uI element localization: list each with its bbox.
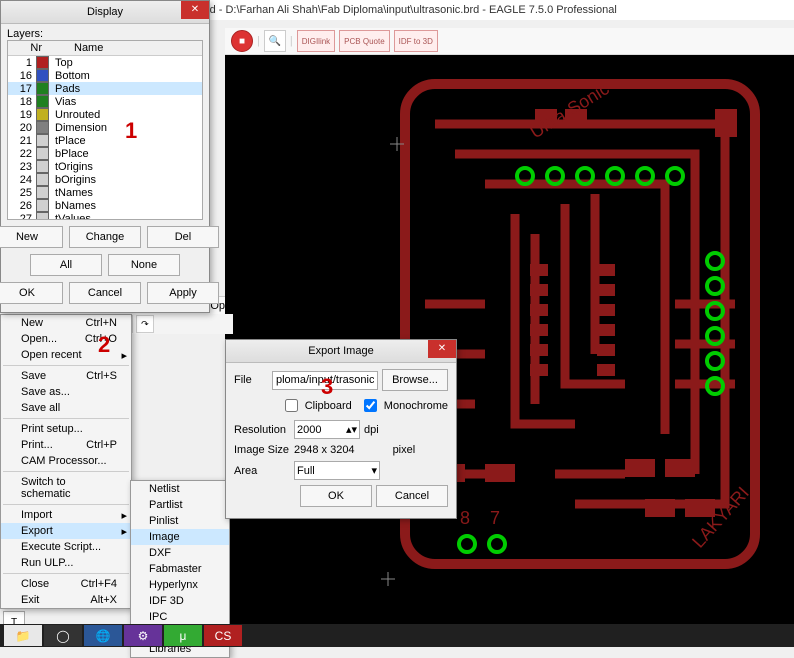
export-title[interactable]: Export Image ✕: [226, 340, 456, 363]
file-menu-print-setup-[interactable]: Print setup...: [1, 421, 131, 437]
layer-row[interactable]: 21tPlace: [8, 134, 202, 147]
monochrome-label: Monochrome: [384, 400, 448, 412]
cancel-button[interactable]: Cancel: [69, 282, 141, 304]
layer-row[interactable]: 17Pads: [8, 82, 202, 95]
apply-button[interactable]: Apply: [147, 282, 219, 304]
file-menu-save-all[interactable]: Save all: [1, 400, 131, 416]
layer-row[interactable]: 22bPlace: [8, 147, 202, 160]
redo-icon[interactable]: ↷: [136, 315, 154, 333]
resolution-input[interactable]: 2000▴▾: [294, 420, 360, 439]
file-menu: NewCtrl+NOpen...Ctrl+OOpen recent▸ SaveCt…: [0, 314, 132, 609]
file-menu-run-ulp-[interactable]: Run ULP...: [1, 555, 131, 571]
file-menu-new[interactable]: NewCtrl+N: [1, 315, 131, 331]
silk-7: 7: [490, 508, 500, 528]
none-button[interactable]: None: [108, 254, 180, 276]
taskbar-app-0[interactable]: 📁: [4, 625, 42, 646]
export-image-dialog: Export Image ✕ File Browse... Clipboard …: [225, 339, 457, 519]
export-pinlist[interactable]: Pinlist: [131, 513, 229, 529]
file-menu-print-[interactable]: Print...Ctrl+P: [1, 437, 131, 453]
taskbar: 📁◯🌐⚙μCS: [0, 624, 794, 647]
export-ipc[interactable]: IPC: [131, 609, 229, 625]
export-partlist[interactable]: Partlist: [131, 497, 229, 513]
file-menu-save-as-[interactable]: Save as...: [1, 384, 131, 400]
layer-row[interactable]: 20Dimension: [8, 121, 202, 134]
all-button[interactable]: All: [30, 254, 102, 276]
file-menu-save[interactable]: SaveCtrl+S: [1, 368, 131, 384]
imagesize-label: Image Size: [234, 444, 290, 456]
file-menu-close[interactable]: CloseCtrl+F4: [1, 576, 131, 592]
silk-8: 8: [460, 508, 470, 528]
main-toolbar: ■ | 🔍 | DIGIlink PCB Quote IDF to 3D: [225, 28, 794, 55]
layer-row[interactable]: 25tNames: [8, 186, 202, 199]
stop-button[interactable]: ■: [231, 30, 253, 52]
area-label: Area: [234, 465, 290, 477]
layer-header: Nr Name: [8, 41, 202, 56]
file-menu-export[interactable]: Export▸: [1, 523, 131, 539]
menu-window[interactable]: Window: [253, 300, 302, 312]
layer-row[interactable]: 27tValues: [8, 212, 202, 220]
close-icon[interactable]: ✕: [428, 340, 456, 358]
file-menu-cam-processor-[interactable]: CAM Processor...: [1, 453, 131, 469]
imagesize-value: 2948 x 3204: [294, 444, 355, 456]
dpi-label: dpi: [364, 424, 379, 436]
taskbar-app-4[interactable]: μ: [164, 625, 202, 646]
display-dialog: Display ✕ Layers: Nr Name 1Top16Bottom17…: [0, 0, 210, 313]
clipboard-label: Clipboard: [305, 400, 352, 412]
layer-row[interactable]: 1Top: [8, 56, 202, 69]
pixel-label: pixel: [393, 444, 416, 456]
export-netlist[interactable]: Netlist: [131, 481, 229, 497]
layer-row[interactable]: 24bOrigins: [8, 173, 202, 186]
export-cancel-button[interactable]: Cancel: [376, 485, 448, 507]
annotation-3: 3: [321, 374, 333, 400]
resolution-label: Resolution: [234, 424, 290, 436]
layers-label: Layers:: [7, 28, 43, 40]
layer-row[interactable]: 23tOrigins: [8, 160, 202, 173]
taskbar-app-2[interactable]: 🌐: [84, 625, 122, 646]
pcbquote-button[interactable]: PCB Quote: [339, 30, 389, 52]
digilink-button[interactable]: DIGIlink: [297, 30, 335, 52]
file-menu-open-[interactable]: Open...Ctrl+O: [1, 331, 131, 347]
taskbar-app-5[interactable]: CS: [204, 625, 242, 646]
zoom-button[interactable]: 🔍: [264, 30, 286, 52]
export-fabmaster[interactable]: Fabmaster: [131, 561, 229, 577]
layer-row[interactable]: 18Vias: [8, 95, 202, 108]
file-menu-switch-to-schematic[interactable]: Switch to schematic: [1, 474, 131, 502]
annotation-1: 1: [125, 118, 137, 144]
file-menu-execute-script-[interactable]: Execute Script...: [1, 539, 131, 555]
area-select[interactable]: Full▾: [294, 461, 380, 480]
file-menu-import[interactable]: Import▸: [1, 507, 131, 523]
file-menu-exit[interactable]: ExitAlt+X: [1, 592, 131, 608]
close-icon[interactable]: ✕: [181, 1, 209, 19]
del-button[interactable]: Del: [147, 226, 219, 248]
export-image[interactable]: Image: [131, 529, 229, 545]
export-idf-3d[interactable]: IDF 3D: [131, 593, 229, 609]
file-label: File: [234, 374, 268, 386]
display-title[interactable]: Display ✕: [1, 1, 209, 24]
idf3d-button[interactable]: IDF to 3D: [394, 30, 438, 52]
taskbar-app-1[interactable]: ◯: [44, 625, 82, 646]
export-hyperlynx[interactable]: Hyperlynx: [131, 577, 229, 593]
layer-row[interactable]: 16Bottom: [8, 69, 202, 82]
layer-row[interactable]: 26bNames: [8, 199, 202, 212]
browse-button[interactable]: Browse...: [382, 369, 448, 391]
export-dxf[interactable]: DXF: [131, 545, 229, 561]
clipboard-checkbox[interactable]: [285, 399, 298, 412]
new-button[interactable]: New: [0, 226, 63, 248]
taskbar-app-3[interactable]: ⚙: [124, 625, 162, 646]
monochrome-checkbox[interactable]: [364, 399, 377, 412]
export-ok-button[interactable]: OK: [300, 485, 372, 507]
ok-button[interactable]: OK: [0, 282, 63, 304]
change-button[interactable]: Change: [69, 226, 141, 248]
annotation-2: 2: [98, 332, 110, 358]
layer-row[interactable]: 19Unrouted: [8, 108, 202, 121]
layer-list[interactable]: Nr Name 1Top16Bottom17Pads18Vias19Unrout…: [7, 40, 203, 220]
file-menu-open-recent[interactable]: Open recent▸: [1, 347, 131, 363]
